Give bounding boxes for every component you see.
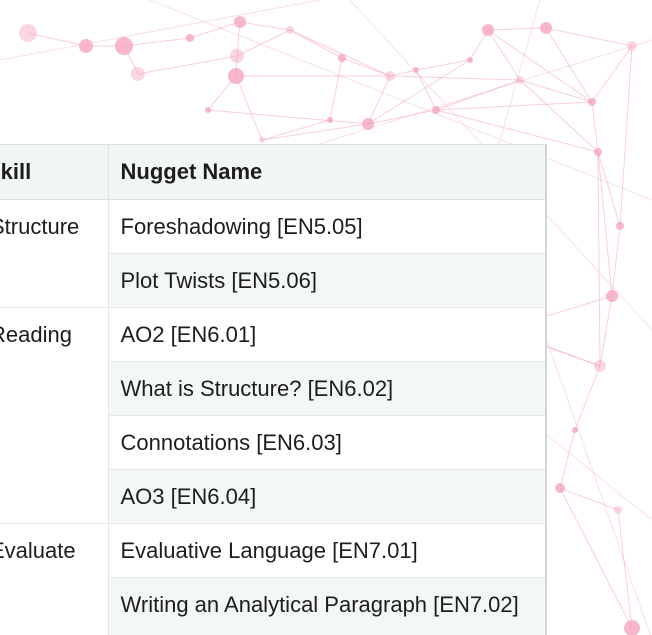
network-node <box>588 98 596 106</box>
network-node <box>467 57 473 63</box>
network-line <box>487 29 593 103</box>
table-row: Reading AO2 [EN6.01] <box>0 307 545 524</box>
nugget-cell: Writing an Analytical Paragraph [EN7.02] <box>107 577 545 635</box>
nugget-label: Writing an Analytical Paragraph [EN7.02] <box>120 592 519 617</box>
network-node <box>362 118 374 130</box>
network-node <box>606 290 618 302</box>
nugget-label: AO3 [EN6.04] <box>120 483 257 509</box>
table-header-row: Skill Nugget Name <box>0 144 545 200</box>
network-line <box>519 79 593 103</box>
network-line <box>487 29 521 81</box>
skill-cell-evaluate: Evaluate <box>0 523 108 635</box>
network-line <box>435 79 521 111</box>
nugget-table: Skill Nugget Name Structure Foreshadowin… <box>0 144 545 635</box>
network-line <box>545 27 593 103</box>
network-line <box>0 0 321 61</box>
page: Skill Nugget Name Structure Foreshadowin… <box>0 0 652 635</box>
network-line <box>619 45 633 227</box>
network-node <box>338 54 346 62</box>
network-node <box>516 76 524 84</box>
network-line <box>611 225 621 297</box>
network-line <box>235 75 263 141</box>
network-line <box>519 79 599 153</box>
network-node <box>228 68 244 84</box>
network-line <box>207 109 369 125</box>
network-line <box>239 21 291 31</box>
network-node <box>432 106 440 114</box>
network-node <box>594 148 602 156</box>
network-node <box>259 137 265 143</box>
nugget-cell: AO3 [EN6.04] <box>107 469 545 524</box>
network-line <box>545 27 633 47</box>
column-header-nugget-name: Nugget Name <box>107 144 545 200</box>
nugget-label: Evaluative Language [EN7.01] <box>120 537 418 563</box>
table-row: Structure Foreshadowing [EN5.05] <box>0 199 545 308</box>
network-line <box>487 27 547 31</box>
network-node <box>482 24 494 36</box>
network-node <box>624 620 640 635</box>
network-node <box>594 360 606 372</box>
nugget-label: Connotations [EN6.03] <box>120 429 342 455</box>
network-line <box>299 39 652 151</box>
network-node <box>385 71 395 81</box>
network-node <box>79 39 93 53</box>
network-node <box>572 427 578 433</box>
nugget-label: Foreshadowing [EN5.05] <box>120 213 363 239</box>
network-line <box>341 57 391 77</box>
network-line <box>289 29 343 59</box>
network-line <box>597 151 613 297</box>
network-line <box>617 509 633 629</box>
network-node <box>540 22 552 34</box>
network-line <box>597 151 601 367</box>
network-line <box>367 109 437 125</box>
network-node <box>616 222 624 230</box>
network-node <box>413 67 419 73</box>
nugget-cell: AO2 [EN6.01] <box>107 307 545 362</box>
network-node <box>131 67 145 81</box>
network-line <box>591 45 633 103</box>
nugget-label: Plot Twists [EN5.06] <box>120 267 317 293</box>
network-line <box>329 57 343 121</box>
nugget-label: What is Structure? [EN6.02] <box>120 375 394 401</box>
skill-label: Structure <box>0 214 80 239</box>
network-line <box>599 295 613 367</box>
table-row: Evaluate Evaluative Language [EN7.01] <box>0 523 545 635</box>
skill-cell-reading: Reading <box>0 307 108 524</box>
network-node <box>286 26 294 34</box>
nugget-cell: Evaluative Language [EN7.01] <box>107 523 545 578</box>
network-node <box>186 34 194 42</box>
network-node <box>327 117 333 123</box>
network-line <box>574 365 601 431</box>
skill-cell-structure: Structure <box>0 199 108 308</box>
network-node <box>555 483 565 493</box>
network-line <box>389 75 521 81</box>
nugget-cell: What is Structure? [EN6.02] <box>107 361 545 416</box>
network-line <box>261 119 331 141</box>
column-header-nugget-label: Nugget Name <box>120 159 263 184</box>
network-node <box>627 41 637 51</box>
network-node <box>19 24 37 42</box>
skill-label: Reading <box>0 322 72 347</box>
network-line <box>189 21 241 39</box>
nugget-cell: Connotations [EN6.03] <box>107 415 545 470</box>
network-node <box>614 506 622 514</box>
nugget-cell: Foreshadowing [EN5.05] <box>107 199 545 254</box>
network-node <box>115 37 133 55</box>
network-line <box>137 55 238 75</box>
nugget-table-container: Skill Nugget Name Structure Foreshadowin… <box>0 144 547 635</box>
column-header-skill: Skill <box>0 144 108 200</box>
nugget-label: AO2 [EN6.01] <box>120 321 257 347</box>
column-header-skill-label: Skill <box>0 159 32 184</box>
network-line <box>261 123 369 141</box>
network-line <box>123 37 191 47</box>
network-node <box>230 49 244 63</box>
network-line <box>559 429 576 489</box>
network-line <box>559 487 619 511</box>
nugget-cell: Plot Twists [EN5.06] <box>107 253 545 308</box>
network-node <box>234 16 246 28</box>
network-line <box>435 101 593 111</box>
network-node <box>205 107 211 113</box>
skill-label: Evaluate <box>0 538 76 563</box>
network-line <box>591 101 599 153</box>
